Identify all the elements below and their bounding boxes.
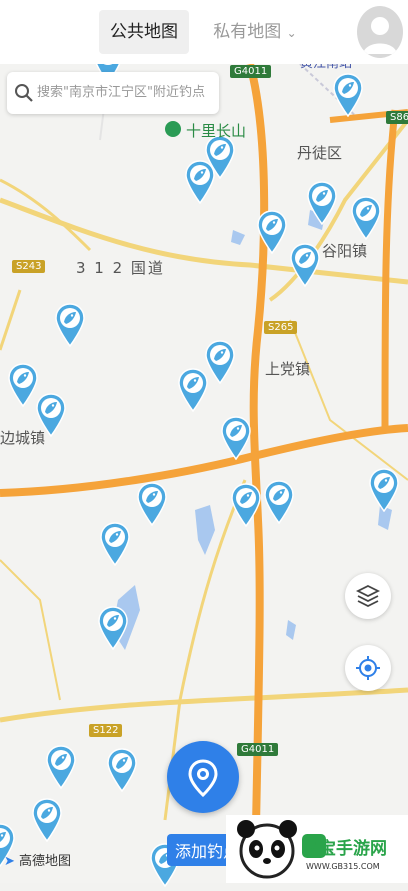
map-attribution-label: 高德地图 bbox=[19, 854, 72, 869]
fishing-spot-pin[interactable] bbox=[231, 483, 261, 528]
fishing-spot-pin[interactable] bbox=[257, 210, 287, 255]
search-icon bbox=[15, 84, 33, 102]
fishing-spot-pin[interactable] bbox=[290, 243, 320, 288]
road-code-s122: S122 bbox=[89, 724, 123, 737]
map-label-dantu: 丹徒区 bbox=[297, 144, 343, 162]
fish-pin-icon bbox=[333, 73, 363, 118]
fishing-spot-pin[interactable] bbox=[100, 522, 130, 567]
fishing-spot-pin[interactable] bbox=[221, 416, 251, 461]
fish-pin-icon bbox=[264, 480, 294, 525]
locate-button[interactable] bbox=[345, 645, 391, 691]
tab-private-map-label: 私有地图 bbox=[213, 22, 282, 42]
top-bar: 公共地图 私有地图 ⌄ bbox=[0, 0, 408, 64]
fish-pin-icon bbox=[221, 416, 251, 461]
fish-pin-icon bbox=[46, 745, 76, 790]
layers-icon bbox=[355, 584, 381, 608]
fishing-spot-pin[interactable] bbox=[32, 798, 62, 843]
road-code-g4011-bottom: G4011 bbox=[237, 743, 279, 756]
fishing-spot-pin[interactable] bbox=[185, 160, 215, 205]
map-label-guyang: 谷阳镇 bbox=[322, 242, 368, 260]
fish-pin-icon bbox=[307, 181, 337, 226]
add-spot-button[interactable] bbox=[167, 741, 239, 813]
fishing-spot-pin[interactable] bbox=[333, 73, 363, 118]
fishing-spot-pin[interactable] bbox=[137, 482, 167, 527]
fish-pin-icon bbox=[351, 196, 381, 241]
fishing-spot-pin[interactable] bbox=[46, 745, 76, 790]
fish-pin-icon bbox=[55, 303, 85, 348]
panda-logo-icon bbox=[237, 820, 297, 879]
map-label-shangdang: 上党镇 bbox=[265, 360, 311, 378]
fish-pin-icon bbox=[98, 606, 128, 651]
road-code-s243: S243 bbox=[12, 260, 46, 273]
park-icon bbox=[165, 121, 181, 137]
fishing-spot-pin[interactable] bbox=[8, 363, 38, 408]
fishing-spot-pin[interactable] bbox=[178, 368, 208, 413]
fishing-spot-pin[interactable] bbox=[205, 340, 235, 385]
fish-pin-icon bbox=[100, 522, 130, 567]
avatar[interactable] bbox=[357, 6, 403, 58]
watermark-brand: 国宝手游网 bbox=[302, 839, 387, 859]
fish-pin-icon bbox=[205, 340, 235, 385]
fish-pin-icon bbox=[32, 798, 62, 843]
user-icon bbox=[363, 17, 397, 54]
fishing-spot-pin[interactable] bbox=[264, 480, 294, 525]
road-code-g4011-top: G4011 bbox=[230, 65, 272, 78]
locate-icon bbox=[356, 656, 380, 680]
tab-private-map[interactable]: 私有地图 ⌄ bbox=[205, 10, 305, 54]
road-code-s86: S86 bbox=[386, 111, 408, 124]
fishing-spot-pin[interactable] bbox=[307, 181, 337, 226]
search-input[interactable]: 搜索"南京市江宁区"附近钓点 bbox=[7, 72, 219, 114]
map-attribution: ➤ 高德地图 bbox=[4, 850, 71, 869]
fish-pin-icon bbox=[369, 468, 399, 513]
tab-public-map[interactable]: 公共地图 bbox=[99, 10, 189, 54]
fish-pin-icon bbox=[185, 160, 215, 205]
fishing-spot-pin[interactable] bbox=[98, 606, 128, 651]
map-label-biancheng: 边城镇 bbox=[0, 429, 46, 447]
road-code-s265: S265 bbox=[264, 321, 298, 334]
fishing-spot-pin[interactable] bbox=[107, 748, 137, 793]
fishing-spot-pin[interactable] bbox=[369, 468, 399, 513]
fishing-spot-pin[interactable] bbox=[55, 303, 85, 348]
fish-pin-icon bbox=[137, 482, 167, 527]
map-pin-icon bbox=[188, 759, 218, 798]
map-label-shilichangshan: 十里长山 bbox=[186, 122, 247, 140]
fish-pin-icon bbox=[178, 368, 208, 413]
map-label-route312: 3 1 2 国道 bbox=[76, 259, 165, 277]
chevron-down-icon: ⌄ bbox=[286, 26, 297, 40]
fish-pin-icon bbox=[8, 363, 38, 408]
fish-pin-icon bbox=[107, 748, 137, 793]
fish-pin-icon bbox=[257, 210, 287, 255]
fish-pin-icon bbox=[231, 483, 261, 528]
search-placeholder: 搜索"南京市江宁区"附近钓点 bbox=[37, 85, 205, 100]
navigation-arrow-icon: ➤ bbox=[4, 854, 15, 869]
fish-pin-icon bbox=[290, 243, 320, 288]
layers-button[interactable] bbox=[345, 573, 391, 619]
fishing-spot-pin[interactable] bbox=[351, 196, 381, 241]
watermark-url: WWW.GB315.COM bbox=[306, 862, 380, 871]
